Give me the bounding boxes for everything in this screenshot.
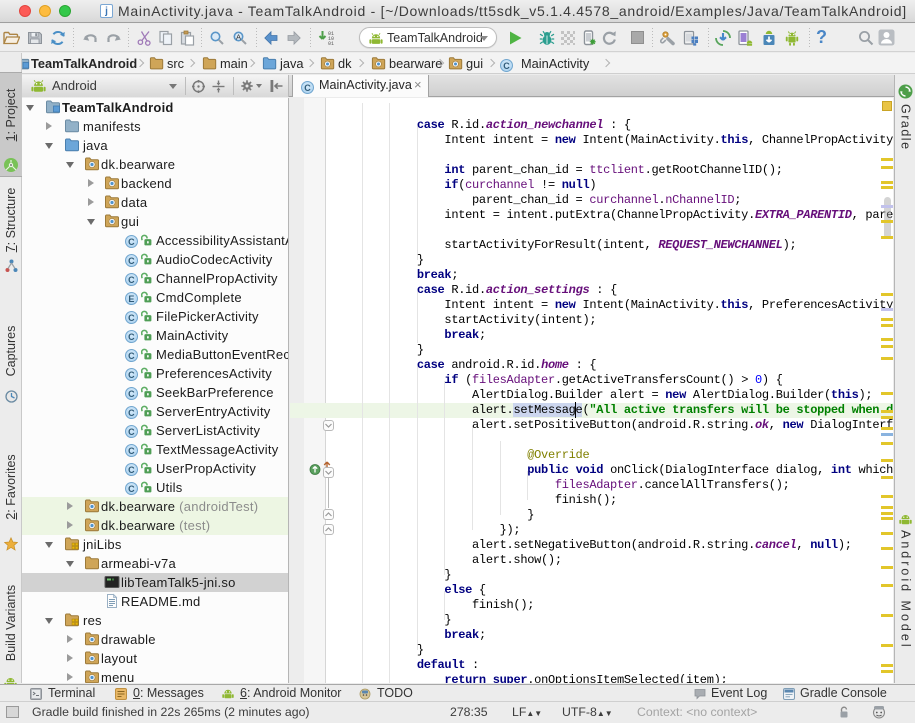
svg-text:A: A bbox=[236, 33, 241, 42]
svg-text:01: 01 bbox=[328, 41, 334, 46]
